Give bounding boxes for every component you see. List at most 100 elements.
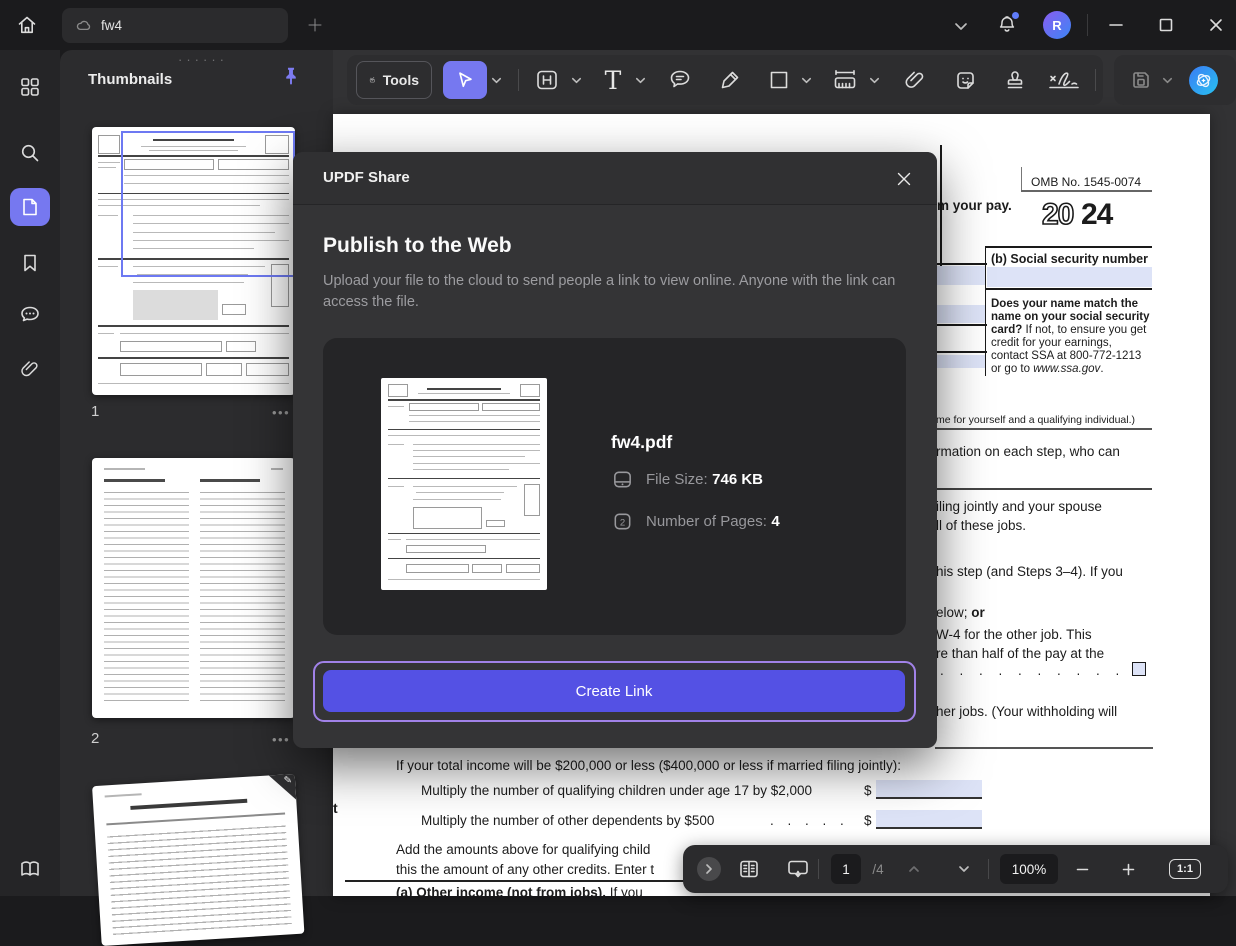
select-tool-button[interactable] [443,61,487,99]
attachment-tool-button[interactable] [896,61,934,99]
sidebar-item-thumbnails[interactable] [10,188,50,226]
stamp-tool-button[interactable] [996,61,1034,99]
ai-assistant-button[interactable] [1189,66,1218,95]
page-thumbnail-2[interactable] [92,458,295,718]
close-window-button[interactable] [1201,10,1231,40]
header-footer-tool-button[interactable] [528,61,566,99]
page-layout-button[interactable] [731,845,767,893]
page-number-label-2: 2 [91,730,99,747]
page-thumbnail-3[interactable]: ✎ [92,774,304,946]
h-frame-icon [534,67,560,93]
page-number-input[interactable]: 1 [830,845,862,893]
sidebar-item-attachments[interactable] [10,350,50,388]
page-menu-button-2[interactable]: ••• [272,732,290,747]
header-tool-dropdown[interactable] [570,74,583,87]
page-count-icon: 2 [611,510,634,533]
pdf-text: W-4 for the other job. This [936,627,1092,642]
titlebar: fw4 R [0,0,1236,50]
measure-tool-dropdown[interactable] [868,74,881,87]
sidebar-item-search[interactable] [10,134,50,172]
minimize-icon [1107,16,1125,34]
panel-drag-handle[interactable]: ······ [178,52,228,67]
collapse-toolbar-button[interactable] [946,11,976,41]
save-dropdown[interactable] [1161,74,1174,87]
page-menu-button-1[interactable]: ••• [272,405,290,420]
home-button[interactable] [12,10,42,40]
previous-page-button[interactable] [897,845,931,893]
create-link-button[interactable]: Create Link [323,670,905,712]
account-button[interactable]: R [1043,11,1071,39]
pdf-text: me for yourself and a qualifying individ… [936,414,1135,426]
actual-size-button[interactable]: 1:1 [1159,845,1211,893]
ssn-form-field[interactable] [987,267,1152,287]
grid-icon [19,76,41,98]
pdf-year-bold: 24 [1081,198,1112,232]
tab-label: fw4 [101,18,122,33]
pdf-text: this the amount of any other credits. En… [396,862,654,877]
search-icon [19,142,41,164]
square-shape-icon [768,69,790,91]
dialog-header[interactable]: UPDF Share [293,152,937,205]
sticker-tool-button[interactable] [946,61,984,99]
page-number-label-1: 1 [91,403,99,420]
select-tool-dropdown[interactable] [490,74,503,87]
next-page-button[interactable] [947,845,981,893]
pdf-text: (b) Social security number [991,252,1148,266]
close-icon [894,169,914,189]
open-book-icon [18,857,42,881]
new-tab-button[interactable] [300,10,330,40]
sidebar-item-home-grid[interactable] [10,68,50,106]
chevron-down-icon [953,18,969,34]
pdf-checkbox[interactable] [1132,662,1146,676]
pin-panel-button[interactable] [278,64,306,92]
zoom-level-input[interactable]: 100% [998,845,1060,893]
tools-button[interactable]: Tools [356,61,432,99]
document-tab[interactable]: fw4 [62,8,288,43]
pdf-text: her jobs. (Your withholding will [936,704,1117,719]
pdf-text: If your total income will be $200,000 or… [396,758,901,773]
shapes-tool-dropdown[interactable] [800,74,813,87]
file-size-value: 746 KB [712,471,763,488]
file-card: fw4.pdf File Size: 746 KB 2 Number of Pa… [323,338,906,635]
signature-tool-button[interactable] [1042,61,1086,99]
pdf-text: (a) Other income (not from jobs). If you [396,885,643,896]
pdf-text: t [333,800,338,816]
toolbox-icon [369,69,376,91]
expand-toolbar-button[interactable] [695,845,723,893]
notifications-button[interactable] [992,10,1022,40]
sticker-smiley-icon [953,68,978,93]
presentation-mode-button[interactable] [779,845,817,893]
chevron-right-icon [703,863,715,875]
sidebar-item-bookmarks[interactable] [10,244,50,282]
shapes-tool-button[interactable] [761,61,797,99]
comment-tool-button[interactable] [661,61,699,99]
pdf-text: Multiply the number of other dependents … [421,813,714,828]
file-size-label: File Size: [646,471,708,488]
text-tool-dropdown[interactable] [634,74,647,87]
zoom-in-button[interactable] [1111,845,1145,893]
minimize-button[interactable] [1101,10,1131,40]
zoom-out-button[interactable] [1065,845,1099,893]
paperclip-icon [903,68,927,92]
pdf-text: his step (and Steps 3–4). If you [936,564,1123,579]
toolbar-separator [1095,69,1096,91]
sidebar-item-comments[interactable] [10,296,50,334]
pdf-text: . . . . . . . . . . [940,663,1119,678]
measure-tool-button[interactable] [824,61,866,99]
pdf-amount-field[interactable] [876,780,982,799]
page-thumbnail-1[interactable] [92,127,295,395]
highlighter-tool-button[interactable] [711,61,749,99]
pdf-text: . . . . . [770,813,844,828]
text-tool-button[interactable]: T [596,61,630,99]
home-icon [15,13,39,37]
reader-mode-button[interactable] [10,850,50,888]
file-size-icon [611,468,634,491]
pdf-text: credit for your earnings, [991,337,1112,349]
save-button[interactable] [1124,61,1158,99]
viewport-indicator[interactable] [121,131,295,277]
paperclip-icon [19,358,41,380]
pdf-amount-field[interactable] [876,810,982,829]
maximize-button[interactable] [1151,10,1181,40]
tools-label: Tools [383,72,419,88]
dialog-close-button[interactable] [891,166,917,192]
